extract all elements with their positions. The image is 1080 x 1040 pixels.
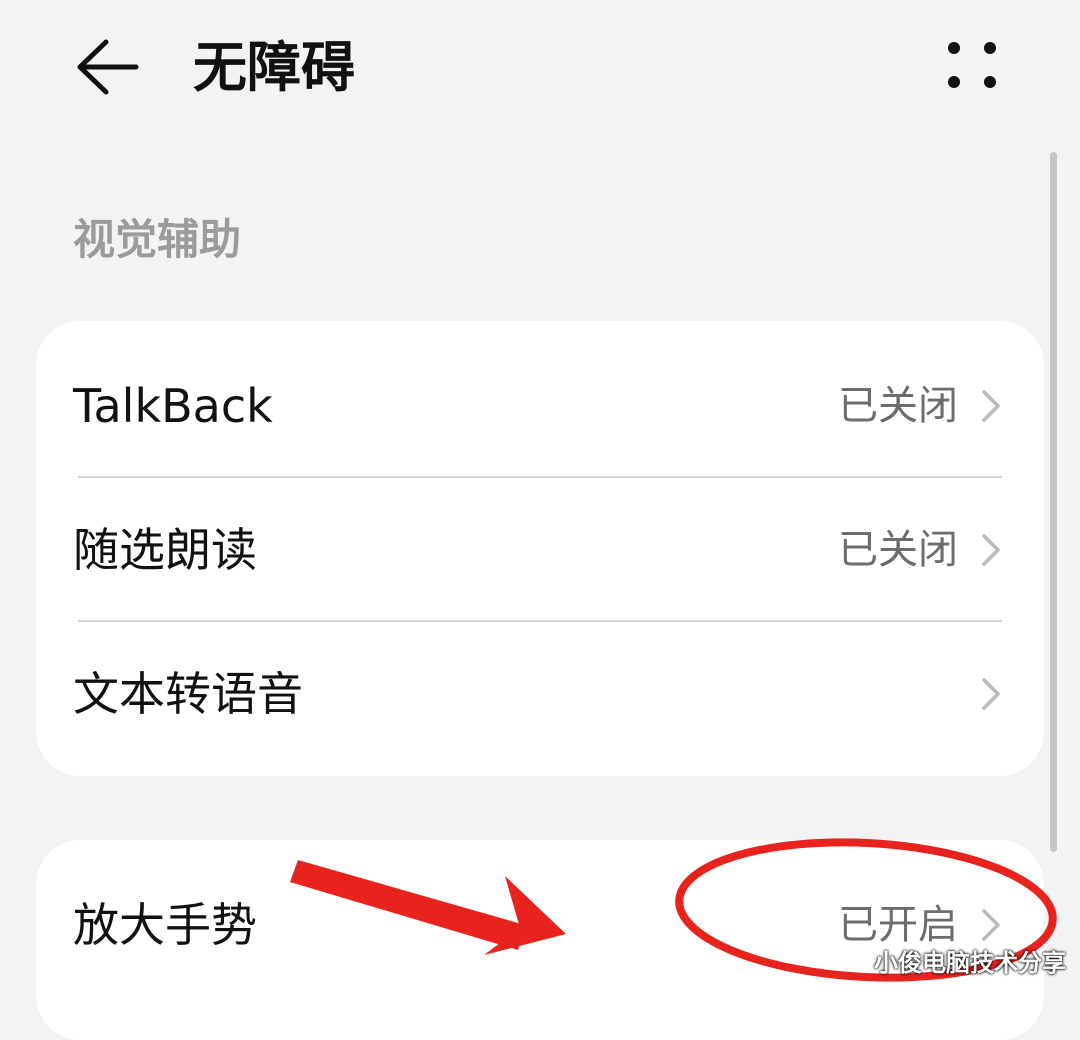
section-header-visual-aids: 视觉辅助 <box>73 215 242 264</box>
more-options-button[interactable] <box>940 36 1004 96</box>
top-app-bar: 无障碍 <box>0 0 1080 140</box>
settings-row-label: TalkBack <box>73 379 273 433</box>
settings-row-label: 放大手势 <box>73 898 257 952</box>
settings-row-status: 已关闭 <box>838 383 958 429</box>
settings-row-status: 已关闭 <box>838 527 958 573</box>
settings-row-label: 文本转语音 <box>73 667 303 721</box>
settings-card-visual: TalkBack 已关闭 随选朗读 已关闭 文本转语音 <box>36 321 1044 776</box>
settings-row-label: 随选朗读 <box>73 523 257 577</box>
scrollbar[interactable] <box>1050 152 1057 852</box>
chevron-right-icon <box>982 909 1000 941</box>
back-button[interactable] <box>70 36 146 98</box>
settings-card-magnification: 放大手势 已开启 <box>36 840 1044 1040</box>
chevron-right-icon <box>982 390 1000 422</box>
more-dots-icon <box>948 42 996 88</box>
watermark: 小俊电脑技术分享 <box>874 949 1066 977</box>
settings-row-talkback[interactable]: TalkBack 已关闭 <box>36 334 1044 478</box>
settings-row-select-to-speak[interactable]: 随选朗读 已关闭 <box>36 478 1044 622</box>
chevron-right-icon <box>982 678 1000 710</box>
chevron-right-icon <box>982 534 1000 566</box>
arrow-left-icon <box>77 39 139 95</box>
page-title: 无障碍 <box>193 36 355 99</box>
settings-row-text-to-speech[interactable]: 文本转语音 <box>36 622 1044 766</box>
